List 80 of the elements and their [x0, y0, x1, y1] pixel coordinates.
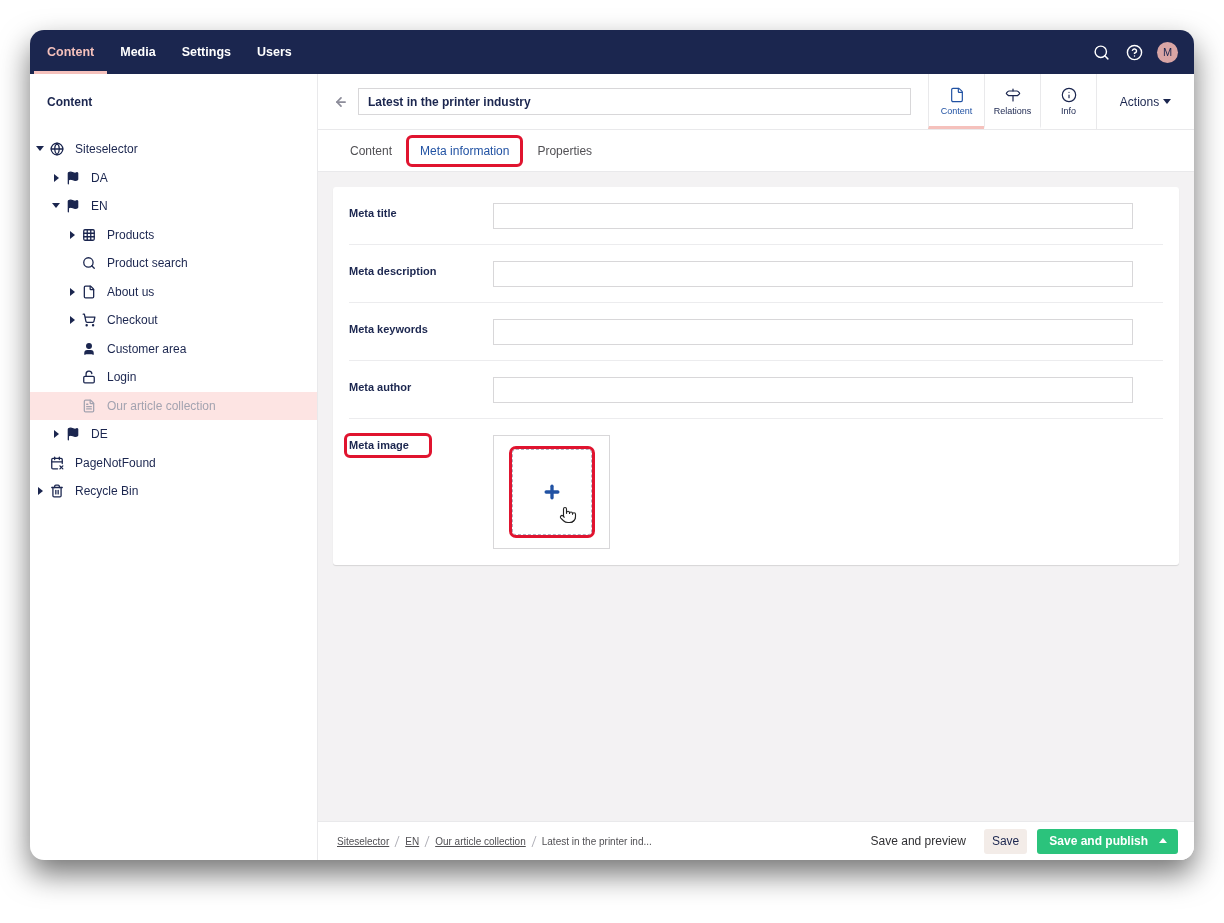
caret-icon [1163, 97, 1172, 106]
property-label: Meta image [347, 436, 429, 455]
tree-item[interactable]: Checkout [30, 306, 317, 335]
app-tab[interactable]: Relations [984, 74, 1040, 129]
nav-tab[interactable]: Content [34, 30, 108, 74]
property-label: Meta keywords [349, 323, 428, 335]
globe-icon [49, 142, 64, 157]
caret-icon[interactable] [35, 487, 44, 496]
search-icon[interactable] [1093, 43, 1110, 61]
caret-icon[interactable] [51, 430, 60, 439]
grid-icon [81, 227, 96, 242]
sidebar-title: Content [46, 95, 94, 111]
trash-icon [49, 484, 64, 499]
search-icon [81, 256, 96, 271]
tree-label[interactable]: DE [91, 427, 108, 442]
flag-icon [65, 170, 80, 185]
breadcrumb-link[interactable]: Siteselector [337, 835, 390, 847]
document-icon [81, 398, 96, 413]
nav-tab[interactable]: Users [243, 30, 305, 74]
tree-item[interactable]: Login [30, 363, 317, 392]
flag-icon [65, 199, 80, 214]
error-page-icon [49, 455, 64, 470]
tree-label[interactable]: Recycle Bin [75, 484, 139, 499]
property-label: Meta author [349, 381, 412, 393]
tree-label[interactable]: About us [107, 284, 155, 299]
help-icon[interactable] [1126, 43, 1143, 61]
tree-label[interactable]: EN [91, 199, 108, 214]
caret-icon[interactable] [67, 316, 76, 325]
tree-label[interactable]: Customer area [107, 341, 187, 356]
slash-icon [394, 835, 401, 847]
tree-item[interactable]: PageNotFound [30, 448, 317, 477]
nav-tab[interactable]: Settings [168, 30, 244, 74]
tree-label[interactable]: Login [107, 370, 137, 385]
tree-label[interactable]: Products [107, 227, 155, 242]
tab[interactable]: Meta information [408, 136, 522, 165]
signpost-icon [1004, 87, 1021, 103]
tree-item[interactable]: Recycle Bin [30, 477, 317, 506]
user-avatar[interactable]: M [1157, 41, 1178, 63]
text-field[interactable] [493, 319, 1133, 345]
caret-icon[interactable] [67, 287, 76, 296]
breadcrumb-link[interactable]: EN [405, 835, 420, 847]
tree-item[interactable]: Customer area [30, 334, 317, 363]
breadcrumb-link[interactable]: Our article collection [435, 835, 526, 847]
info-icon [1060, 87, 1077, 103]
tree-item[interactable]: EN [30, 192, 317, 221]
tree-item[interactable]: DE [30, 420, 317, 449]
hand-cursor-icon [558, 506, 577, 524]
user-icon [81, 341, 96, 356]
slash-icon [424, 835, 431, 847]
tab[interactable]: Properties [525, 136, 605, 165]
tree-item[interactable]: Products [30, 220, 317, 249]
breadcrumb-current: Latest in the printer ind... [541, 835, 652, 847]
tree-item[interactable]: Product search [30, 249, 317, 278]
save-button[interactable]: Save [983, 828, 1028, 854]
tree-item[interactable]: Siteselector [30, 135, 317, 164]
document-icon [81, 284, 96, 299]
cart-icon [81, 313, 96, 328]
preview-button[interactable]: Save and preview [862, 828, 974, 854]
property-label: Meta description [349, 265, 437, 277]
tree-label[interactable]: Checkout [107, 313, 158, 328]
tree-label[interactable]: Siteselector [75, 142, 138, 157]
name-field[interactable]: Latest in the printer industry [358, 88, 911, 115]
slash-icon [530, 835, 537, 847]
document-icon [948, 87, 965, 103]
tree-item[interactable]: About us [30, 277, 317, 306]
flag-icon [65, 427, 80, 442]
text-field[interactable] [493, 203, 1133, 229]
tree-item[interactable]: DA [30, 163, 317, 192]
text-field[interactable] [493, 261, 1133, 287]
unlock-icon [81, 370, 96, 385]
nav-tab[interactable]: Media [107, 30, 169, 74]
caret-icon[interactable] [51, 173, 60, 182]
text-field[interactable] [493, 377, 1133, 403]
property-label: Meta title [349, 207, 397, 219]
tree-label[interactable]: Product search [107, 256, 188, 271]
caret-icon[interactable] [67, 230, 76, 239]
tree-label[interactable]: PageNotFound [75, 455, 156, 470]
tree-label[interactable]: DA [91, 170, 108, 185]
tab[interactable]: Content [338, 136, 405, 165]
add-media-button[interactable] [511, 449, 592, 535]
